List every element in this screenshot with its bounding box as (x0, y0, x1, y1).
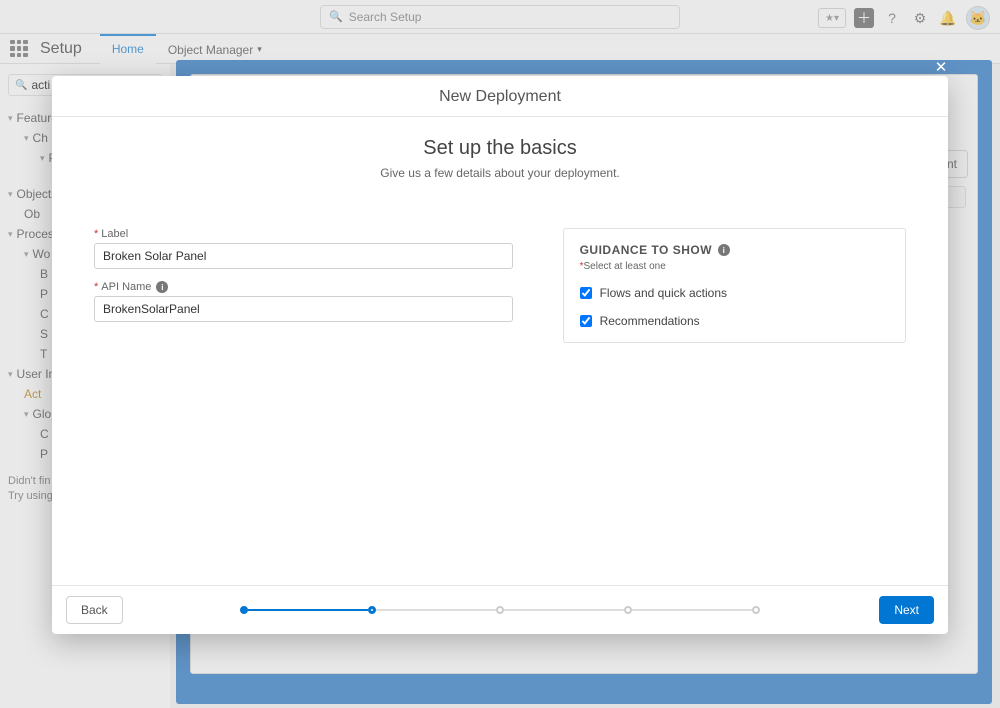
guidance-panel: GUIDANCE TO SHOW i *Select at least one … (563, 228, 906, 343)
form-column: *Label *API Name i (94, 228, 513, 585)
label-field-label: *Label (94, 228, 513, 240)
progress-step-1 (240, 606, 248, 614)
checkbox-flows-label: Flows and quick actions (600, 286, 727, 300)
back-button[interactable]: Back (66, 596, 123, 624)
next-button[interactable]: Next (879, 596, 934, 624)
modal-title: New Deployment (52, 76, 948, 117)
progress-seg-2 (376, 609, 496, 611)
progress-step-3 (496, 606, 504, 614)
info-icon[interactable]: i (156, 281, 168, 293)
modal-subheading: Give us a few details about your deploym… (52, 166, 948, 180)
progress-seg-3 (504, 609, 624, 611)
checkbox-recommendations-label: Recommendations (600, 314, 700, 328)
progress-indicator (240, 606, 760, 614)
guidance-heading: GUIDANCE TO SHOW i (580, 243, 889, 257)
progress-step-2 (368, 606, 376, 614)
guidance-subtext: *Select at least one (580, 261, 889, 272)
progress-seg-1 (248, 609, 368, 611)
checkbox-flows-input[interactable] (580, 287, 592, 299)
progress-step-5 (752, 606, 760, 614)
info-icon[interactable]: i (718, 244, 730, 256)
checkbox-recommendations[interactable]: Recommendations (580, 314, 889, 328)
modal-footer: Back Next (52, 585, 948, 634)
api-name-label: *API Name i (94, 281, 513, 293)
progress-step-4 (624, 606, 632, 614)
checkbox-flows[interactable]: Flows and quick actions (580, 286, 889, 300)
label-input[interactable] (94, 243, 513, 269)
api-name-input[interactable] (94, 296, 513, 322)
new-deployment-modal: ✕ New Deployment Set up the basics Give … (52, 76, 948, 634)
close-icon[interactable]: ✕ (932, 58, 950, 76)
modal-body: *Label *API Name i GUIDANCE TO SHOW i *S… (52, 204, 948, 585)
checkbox-recommendations-input[interactable] (580, 315, 592, 327)
modal-heading: Set up the basics (52, 137, 948, 160)
progress-seg-4 (632, 609, 752, 611)
